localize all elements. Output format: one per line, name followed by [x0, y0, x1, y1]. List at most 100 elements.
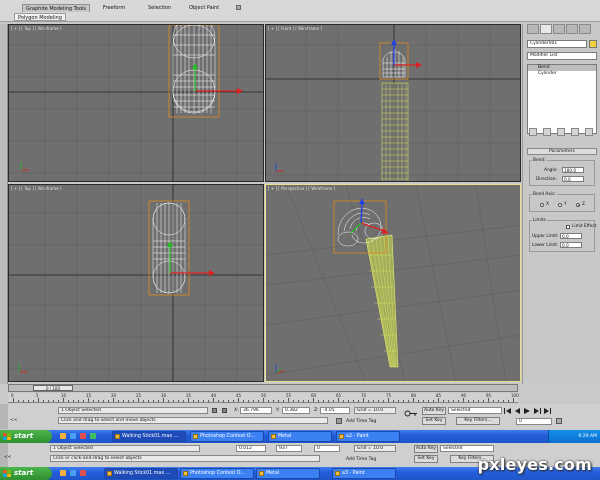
axis-x-radio[interactable] — [540, 203, 544, 207]
axis-y-radio[interactable] — [558, 203, 562, 207]
y-coordinate-field[interactable]: 937 — [276, 445, 302, 452]
x-coordinate-field[interactable]: 36.796 — [240, 407, 272, 414]
ruler-tick — [88, 398, 89, 402]
viewport-top-lower[interactable]: [ + ] [ Top ] [ Wireframe ] — [8, 184, 264, 382]
modifier-list-dropdown[interactable]: Modifier List — [527, 52, 597, 60]
start-button[interactable]: start — [0, 467, 52, 480]
add-time-tag[interactable]: Add Time Tag — [346, 419, 376, 424]
taskbar-item-paint[interactable]: a3 - Paint — [332, 468, 396, 479]
viewport-layout-strip[interactable] — [0, 24, 8, 384]
quicklaunch-media-icon[interactable] — [80, 470, 86, 476]
limit-effect-checkbox[interactable] — [566, 225, 570, 229]
quicklaunch-ie-icon[interactable] — [60, 433, 66, 439]
quicklaunch-app-icon[interactable] — [90, 433, 96, 439]
viewport-front[interactable]: [ + ] [ Front ] [ Wireframe ] — [265, 24, 521, 182]
add-time-tag[interactable]: Add Time Tag — [346, 457, 376, 462]
playback-controls[interactable] — [504, 408, 564, 414]
object-color-swatch[interactable] — [589, 40, 597, 48]
upper-limit-spinner[interactable]: 0.0 — [560, 233, 582, 239]
ruler-tick — [273, 400, 274, 402]
tab-polygon-modeling[interactable]: Polygon Modeling — [14, 13, 66, 21]
axis-tripod-icon — [275, 365, 285, 374]
tab-graphite-modeling-tools[interactable]: Graphite Modeling Tools — [22, 4, 91, 12]
viewport-top-upper[interactable]: [ + ] [ Top ] [ Wireframe ] — [8, 24, 264, 182]
pin-stack-icon[interactable] — [529, 128, 537, 136]
quicklaunch-media-icon[interactable] — [80, 433, 86, 439]
modify-tab-icon[interactable] — [540, 24, 552, 34]
taskbar-item-photoshop-contest[interactable]: Photoshop Contest O... — [180, 468, 254, 479]
bend-group-label: Bend: — [532, 158, 547, 163]
grid-size: Grid = 10.0 — [354, 407, 396, 414]
current-frame-field[interactable]: 0 — [516, 418, 552, 425]
lower-limit-spinner[interactable]: 0.0 — [560, 242, 582, 248]
ruler-tick — [123, 400, 124, 402]
start-button[interactable]: start — [0, 430, 52, 443]
ribbon-options-icon[interactable] — [236, 5, 241, 10]
viewport-perspective[interactable]: [ + ] [ Perspective ] [ Wireframe ] — [265, 184, 521, 382]
ruler-tick — [293, 400, 294, 402]
x-coordinate-field[interactable]: 0.012 — [236, 445, 266, 452]
viewport-perspective-scene — [266, 185, 520, 381]
z-coordinate-field[interactable]: 0 — [314, 445, 340, 452]
show-end-result-icon[interactable] — [543, 128, 551, 136]
create-tab-icon[interactable] — [527, 24, 539, 34]
quicklaunch-desktop-icon[interactable] — [70, 470, 76, 476]
selected-set-dropdown[interactable]: Selected — [440, 445, 494, 452]
key-filters-button[interactable]: Key Filters... — [456, 417, 500, 425]
time-config-icon[interactable] — [556, 418, 562, 424]
remove-modifier-icon[interactable] — [571, 128, 579, 136]
taskbar-item-photoshop-contest[interactable]: Photoshop Contest O... — [190, 431, 264, 442]
set-key-button[interactable]: Set Key — [422, 417, 446, 425]
ruler-tick — [353, 400, 354, 402]
ruler-label: 40 — [211, 393, 217, 398]
ruler-tick — [248, 400, 249, 402]
ruler-label: 20 — [111, 393, 117, 398]
taskbar-item-metal[interactable]: Metal — [256, 468, 320, 479]
maxscript-arrows[interactable]: << — [4, 455, 12, 460]
make-unique-icon[interactable] — [557, 128, 565, 136]
maxscript-arrows[interactable]: << — [10, 418, 18, 423]
taskbar-item-walking-stick[interactable]: Walking Stick01.max ... — [112, 431, 186, 442]
stack-item-cylinder[interactable]: Cylinder — [528, 71, 596, 77]
tab-object-paint[interactable]: Object Paint — [186, 4, 222, 12]
parameters-rollout[interactable]: Parameters — [527, 148, 597, 155]
tab-freeform[interactable]: Freeform — [100, 4, 128, 12]
ruler-tick — [283, 400, 284, 402]
z-coordinate-field[interactable]: -4.05 — [320, 407, 350, 414]
direction-label: Direction: — [536, 177, 557, 182]
taskbar-item-metal[interactable]: Metal — [268, 431, 332, 442]
ruler-tick — [73, 400, 74, 402]
auto-key-button[interactable]: Auto Key — [422, 407, 446, 415]
motion-tab-icon[interactable] — [566, 24, 578, 34]
grid-size: Grid = 10.0 — [354, 445, 396, 452]
taskbar-item-paint[interactable]: a2 - Paint — [336, 431, 400, 442]
taskbar-item-label: Photoshop Contest O... — [190, 471, 245, 476]
angle-spinner[interactable]: 180.0 — [562, 167, 584, 173]
auto-key-button[interactable]: Auto Key — [414, 445, 438, 453]
hierarchy-tab-icon[interactable] — [553, 24, 565, 34]
lower-limit-label: Lower Limit: — [532, 243, 559, 248]
selection-count: 1 Object Selected — [50, 445, 200, 452]
quicklaunch-ie-icon[interactable] — [60, 470, 66, 476]
absolute-mode-icon[interactable] — [222, 408, 227, 413]
direction-spinner[interactable]: 0.0 — [562, 176, 584, 182]
display-tab-icon[interactable] — [579, 24, 591, 34]
tab-selection[interactable]: Selection — [145, 4, 174, 12]
taskbar-item-label: Metal — [278, 434, 292, 439]
configure-sets-icon[interactable] — [585, 128, 593, 136]
time-slider[interactable]: 0 / 100 — [8, 384, 518, 392]
clock[interactable]: 6:29 AM — [579, 434, 598, 439]
axis-z-radio[interactable] — [576, 203, 580, 207]
taskbar-item-walking-stick[interactable]: Walking Stick01.max ... — [104, 468, 178, 479]
lock-selection-icon[interactable] — [212, 408, 217, 413]
time-slider-handle[interactable]: 0 / 100 — [33, 385, 73, 391]
set-key-button[interactable]: Set Key — [414, 455, 438, 463]
quicklaunch-desktop-icon[interactable] — [70, 433, 76, 439]
track-bar[interactable]: 0 5 10 15 20 25 30 35 40 45 50 55 60 65 70 75 80 85 90 95 10… — [8, 393, 519, 403]
maxscript-listener-strip[interactable] — [0, 404, 8, 429]
max-app-icon — [107, 471, 112, 476]
folder-icon — [271, 434, 276, 439]
selected-set-dropdown[interactable]: Selected — [448, 407, 502, 414]
object-name-field[interactable]: Cylinder001 — [527, 40, 587, 48]
y-coordinate-field[interactable]: 0.382 — [282, 407, 310, 414]
